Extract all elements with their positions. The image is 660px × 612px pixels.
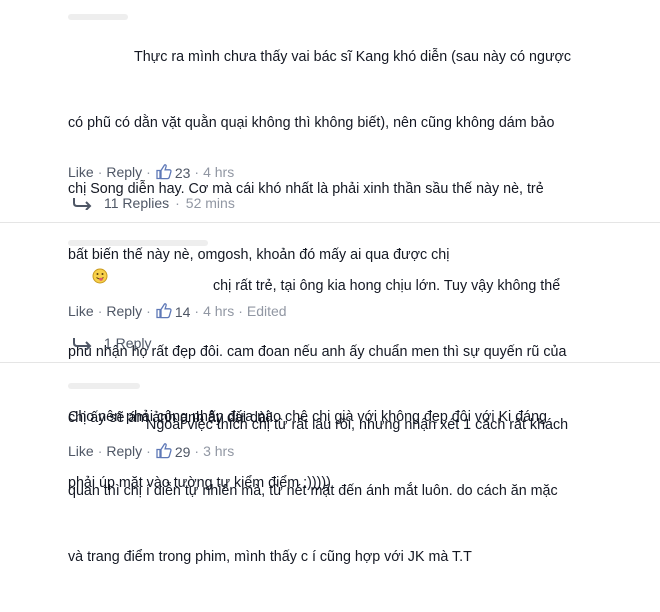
reply-arrow-icon [73, 198, 92, 210]
timestamp[interactable]: 3 hrs [203, 441, 234, 461]
reply-arrow-icon [73, 338, 92, 350]
timestamp[interactable]: 4 hrs [203, 301, 234, 321]
thumbs-up-icon [156, 442, 172, 458]
thumbs-up-icon [156, 163, 172, 179]
like-link[interactable]: Like [68, 441, 94, 461]
thumbs-up-icon [156, 302, 172, 318]
comment-line: chị rất trẻ, tại ông kia hong chịu lớn. … [213, 278, 561, 294]
comment-line: Thực ra mình chưa thấy vai bác sĩ Kang k… [134, 49, 572, 65]
view-replies[interactable]: 11 Replies · 52 mins [72, 193, 235, 213]
comment-line: quan thì chị í diễn tự nhiên mà, từ nét … [68, 483, 558, 499]
timestamp[interactable]: 4 hrs [203, 162, 234, 182]
divider [0, 222, 660, 223]
comment-actions: Like · Reply · 14 · 4 hrs · Edited [68, 300, 287, 322]
like-count-value: 29 [174, 443, 191, 460]
comment-line: và trang điểm trong phim, mình thấy c í … [68, 549, 472, 565]
reply-link[interactable]: Reply [106, 441, 142, 461]
like-count[interactable]: 23 [155, 162, 191, 183]
like-count[interactable]: 14 [155, 301, 191, 322]
reply-link[interactable]: Reply [106, 162, 142, 182]
like-link[interactable]: Like [68, 162, 94, 182]
reply-link[interactable]: Reply [106, 301, 142, 321]
replies-count-label: 11 Replies [104, 195, 170, 211]
view-replies[interactable]: 1 Reply [72, 333, 151, 353]
like-count-value: 14 [174, 303, 191, 320]
divider [0, 362, 660, 363]
comment-line: có phũ có dằn vặt quằn quại không thì kh… [68, 115, 555, 131]
like-link[interactable]: Like [68, 301, 94, 321]
comment-actions: Like · Reply · 29 · 3 hrs [68, 440, 234, 462]
edited-label[interactable]: Edited [247, 301, 287, 321]
comment-actions: Like · Reply · 23 · 4 hrs [68, 161, 234, 183]
replies-time: 52 mins [185, 195, 235, 211]
replies-count-label: 1 Reply [104, 335, 152, 351]
comment-line: Ngoài việc thích chị từ rất lâu rồi, như… [146, 417, 569, 433]
like-count-value: 23 [174, 164, 191, 181]
comment-body: Ngoài việc thích chị từ rất lâu rồi, như… [68, 370, 568, 612]
like-count[interactable]: 29 [155, 441, 191, 462]
